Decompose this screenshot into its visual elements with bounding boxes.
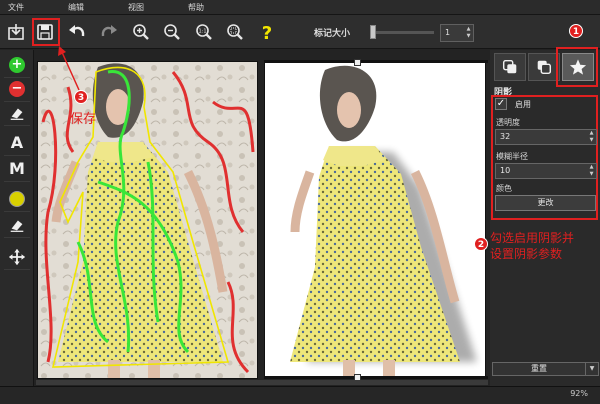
- result-top-border: [264, 60, 488, 63]
- opacity-value: 32: [500, 132, 511, 141]
- layers-outline-icon: [537, 60, 552, 75]
- zoom-out-button[interactable]: [160, 20, 184, 44]
- zoom-out-icon: [164, 24, 180, 40]
- step-2-text-line1: 勾选启用阴影并: [490, 231, 575, 245]
- spin-arrows-icon[interactable]: ▲ ▼: [465, 26, 472, 40]
- actual-size-button[interactable]: 1:1: [192, 20, 216, 44]
- status-bar: [0, 386, 600, 404]
- blur-radius-input[interactable]: 10 ▲ ▼: [495, 163, 597, 179]
- app-window: 文件 编辑 视图 帮助 1:1 ? 标记大小 1 ▲ ▼ + − A M 阴影 …: [0, 0, 600, 404]
- manual-letter-m: M: [9, 159, 25, 178]
- save-highlight-box: [32, 18, 60, 46]
- zoom-in-icon: [133, 24, 149, 40]
- top-resize-handle[interactable]: [354, 59, 361, 66]
- horizontal-scrollbar[interactable]: [36, 380, 488, 385]
- marker-color-button[interactable]: [4, 186, 30, 212]
- step-3-arrow: [58, 46, 80, 91]
- change-color-button[interactable]: 更改: [495, 195, 596, 211]
- blur-spin-arrows-icon[interactable]: ▲ ▼: [588, 164, 595, 178]
- remove-brush-button[interactable]: −: [4, 76, 30, 102]
- move-button[interactable]: [4, 244, 30, 270]
- shadow-enable-checkbox[interactable]: ✓: [495, 98, 507, 110]
- eraser-icon: [10, 108, 24, 120]
- zoom-level: 92%: [570, 389, 588, 398]
- reset-dropdown-chevron-icon[interactable]: ▼: [585, 362, 599, 376]
- undo-button[interactable]: [65, 20, 89, 44]
- plus-icon: +: [9, 56, 25, 73]
- move-icon: [8, 248, 26, 265]
- step-2-marker: 2: [474, 237, 488, 251]
- blur-radius-label: 模糊半径: [496, 152, 528, 161]
- auto-select-button[interactable]: A: [4, 130, 30, 156]
- actual-size-icon: 1:1: [196, 24, 212, 40]
- shadow-enable-label: 启用: [515, 100, 531, 109]
- effects-tab-highlight-box: [556, 47, 598, 87]
- redo-button[interactable]: [97, 20, 121, 44]
- svg-text:1:1: 1:1: [198, 29, 206, 35]
- menu-view[interactable]: 视图: [120, 0, 180, 14]
- layers-icon: [502, 59, 517, 74]
- eraser-button[interactable]: [4, 100, 30, 126]
- fit-button[interactable]: [223, 20, 247, 44]
- opacity-label: 透明度: [496, 118, 520, 127]
- help-icon: ?: [262, 23, 272, 42]
- marker-size-value: 1: [445, 28, 451, 37]
- menu-edit[interactable]: 编辑: [60, 0, 120, 14]
- fit-icon: [227, 24, 243, 40]
- marker-size-input[interactable]: 1 ▲ ▼: [440, 24, 474, 42]
- marker-size-label: 标记大小: [314, 29, 351, 39]
- result-canvas[interactable]: [264, 61, 486, 379]
- menu-bar: 文件 编辑 视图 帮助: [0, 0, 600, 15]
- blur-radius-value: 10: [500, 166, 511, 175]
- import-button[interactable]: [4, 20, 28, 44]
- step-1-marker: 1: [569, 24, 583, 38]
- result-bottom-border: [264, 376, 488, 379]
- toolbar: 1:1 ?: [0, 15, 600, 49]
- marker-size-slider[interactable]: [372, 31, 434, 34]
- tab-foreground[interactable]: [494, 53, 526, 81]
- zoom-in-button[interactable]: [129, 20, 153, 44]
- redo-icon: [101, 25, 117, 37]
- opacity-input[interactable]: 32 ▲ ▼: [495, 129, 597, 145]
- step-3-text: 保存: [70, 112, 97, 127]
- manual-select-button[interactable]: M: [4, 156, 30, 182]
- result-photo-illustration: [290, 65, 477, 378]
- marker-eraser-button[interactable]: [4, 212, 30, 238]
- menu-file[interactable]: 文件: [0, 0, 60, 14]
- minus-icon: −: [9, 80, 25, 97]
- reset-button[interactable]: 重置: [492, 362, 586, 376]
- color-label: 颜色: [496, 184, 512, 193]
- yellow-dot-icon: [9, 190, 25, 207]
- eraser-icon: [10, 220, 24, 232]
- auto-letter-a: A: [10, 133, 24, 152]
- opacity-spin-arrows-icon[interactable]: ▲ ▼: [588, 130, 595, 144]
- marker-size-slider-handle[interactable]: [370, 25, 376, 39]
- help-button[interactable]: ?: [255, 20, 279, 44]
- svg-text:?: ?: [262, 23, 272, 42]
- menu-help[interactable]: 帮助: [180, 0, 240, 14]
- undo-icon: [69, 25, 85, 37]
- step-2-text-line2: 设置阴影参数: [490, 247, 563, 261]
- left-tool-panel: + − A M: [0, 50, 34, 404]
- keep-brush-button[interactable]: +: [4, 52, 30, 78]
- import-icon: [8, 24, 24, 40]
